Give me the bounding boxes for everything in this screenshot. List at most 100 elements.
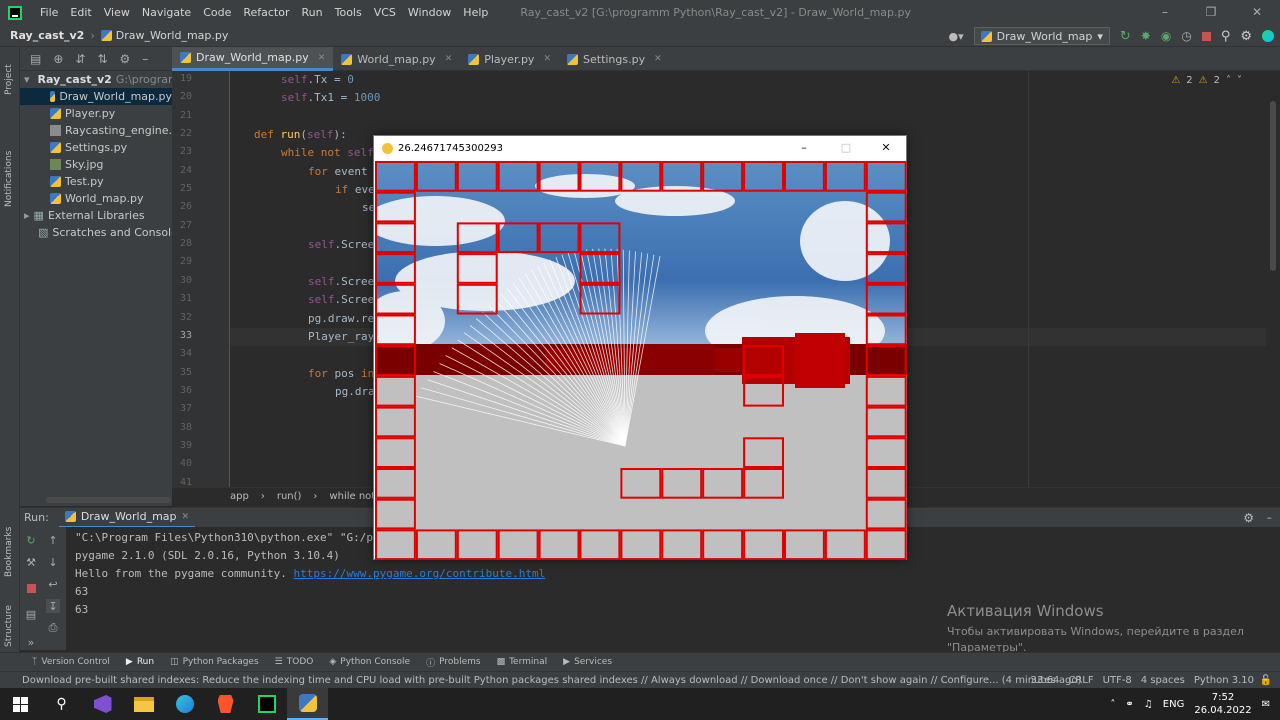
coverage-icon[interactable]: ◉ xyxy=(1161,29,1171,43)
tab-settings[interactable]: Settings.py ✕ xyxy=(559,47,670,71)
tree-file[interactable]: Settings.py xyxy=(50,139,127,156)
minimize-icon[interactable]: – xyxy=(1142,0,1188,25)
tab-world-map[interactable]: World_map.py ✕ xyxy=(333,47,460,71)
nav-file[interactable]: Draw_World_map.py xyxy=(100,29,228,42)
visual-studio-icon[interactable] xyxy=(82,688,123,720)
pygame-window[interactable]: 26.24671745300293 – □ ✕ xyxy=(373,135,907,560)
jetbrains-icon[interactable] xyxy=(1262,30,1274,42)
layout-icon[interactable]: ▤ xyxy=(30,52,41,66)
tree-file[interactable]: Test.py xyxy=(50,173,104,190)
language-indicator[interactable]: ENG xyxy=(1163,699,1185,710)
gear-icon[interactable]: ⚙ xyxy=(1243,511,1254,525)
tree-file[interactable]: Raycasting_engine.zip xyxy=(50,122,188,139)
close-tab-icon[interactable]: ✕ xyxy=(654,54,662,64)
file-encoding[interactable]: UTF-8 xyxy=(1103,675,1132,686)
menu-run[interactable]: Run xyxy=(296,6,329,19)
nav-project[interactable]: Ray_cast_v2 xyxy=(0,29,84,42)
lock-icon[interactable]: 🔓 xyxy=(1260,675,1272,686)
menu-edit[interactable]: Edit xyxy=(64,6,97,19)
tool-tab-run[interactable]: ▶ Run xyxy=(118,657,162,667)
close-tab-icon[interactable]: ✕ xyxy=(445,54,453,64)
contribute-link[interactable]: https://www.pygame.org/contribute.html xyxy=(294,567,546,580)
debug-icon[interactable]: ✸ xyxy=(1141,29,1151,43)
volume-icon[interactable]: ♫ xyxy=(1144,699,1153,710)
clock[interactable]: 7:52 26.04.2022 xyxy=(1194,691,1251,717)
chevron-up-icon[interactable]: ˄ xyxy=(1110,699,1115,710)
tab-draw-world-map[interactable]: Draw_World_map.py ✕ xyxy=(172,47,334,71)
wifi-icon[interactable]: ⚭ xyxy=(1125,699,1133,710)
tool-tab-python-packages[interactable]: ◫ Python Packages xyxy=(162,657,267,667)
editor-vertical-scrollbar[interactable] xyxy=(1266,71,1280,487)
indent-setting[interactable]: 4 spaces xyxy=(1141,675,1185,686)
pygame-title-bar[interactable]: 26.24671745300293 – □ ✕ xyxy=(374,136,906,160)
print-icon[interactable]: ⎙ xyxy=(46,621,60,635)
layout-icon[interactable]: ▤ xyxy=(24,607,38,621)
tree-file[interactable]: Draw_World_map.py xyxy=(20,88,172,105)
tool-tab-problems[interactable]: ⓘ Problems xyxy=(418,656,489,669)
minimize-icon[interactable]: – xyxy=(784,136,824,160)
breadcrumb-item[interactable]: app xyxy=(230,491,249,502)
windows-start-icon[interactable] xyxy=(0,688,41,720)
stop-icon[interactable] xyxy=(24,581,38,595)
rerun-icon[interactable]: ↻ xyxy=(24,533,38,547)
python-interpreter[interactable]: Python 3.10 xyxy=(1194,675,1254,686)
project-tool-label[interactable]: Project xyxy=(4,64,14,95)
stop-icon[interactable] xyxy=(1201,31,1211,41)
run-config-select[interactable]: Draw_World_map ▾ xyxy=(973,27,1110,45)
menu-file[interactable]: File xyxy=(34,6,64,19)
pycharm-icon[interactable] xyxy=(246,688,287,720)
tool-tab-version-control[interactable]: ᛉ Version Control xyxy=(24,657,118,667)
close-tab-icon[interactable]: ✕ xyxy=(318,53,326,63)
scroll-to-end-icon[interactable]: ↧ xyxy=(46,599,60,613)
file-explorer-icon[interactable] xyxy=(123,688,164,720)
close-icon[interactable]: ✕ xyxy=(1234,0,1280,25)
restore-icon[interactable]: ❐ xyxy=(1188,0,1234,25)
tree-scratches[interactable]: ▧ Scratches and Consoles xyxy=(38,224,184,241)
more-icon[interactable]: » xyxy=(24,635,38,649)
tool-tab-terminal[interactable]: ▩ Terminal xyxy=(489,657,556,667)
maximize-icon[interactable]: □ xyxy=(826,136,866,160)
soft-wrap-icon[interactable]: ↩ xyxy=(46,577,60,591)
menu-window[interactable]: Window xyxy=(402,6,457,19)
line-separator[interactable]: CRLF xyxy=(1068,675,1093,686)
breadcrumb-item[interactable]: run() xyxy=(277,491,302,502)
rerun-icon[interactable]: ↻ xyxy=(1120,29,1131,44)
menu-vcs[interactable]: VCS xyxy=(368,6,402,19)
close-tab-icon[interactable]: ✕ xyxy=(543,54,551,64)
menu-tools[interactable]: Tools xyxy=(329,6,368,19)
expand-icon[interactable]: ⇅ xyxy=(97,52,107,66)
brave-icon[interactable] xyxy=(205,688,246,720)
chevron-up-icon[interactable]: ˄ xyxy=(1226,75,1231,86)
hide-icon[interactable]: – xyxy=(1267,511,1273,524)
notifications-tool-label[interactable]: Notifications xyxy=(4,151,14,207)
menu-code[interactable]: Code xyxy=(197,6,237,19)
project-horizontal-scrollbar[interactable] xyxy=(46,497,171,503)
tree-file[interactable]: Player.py xyxy=(50,105,115,122)
tree-root[interactable]: ▾ Ray_cast_v2 G:\programm xyxy=(24,71,189,88)
menu-navigate[interactable]: Navigate xyxy=(136,6,197,19)
profile-icon[interactable]: ◷ xyxy=(1181,29,1191,43)
gear-icon[interactable]: ⚙ xyxy=(120,52,131,66)
target-icon[interactable]: ⊕ xyxy=(53,52,63,66)
menu-help[interactable]: Help xyxy=(457,6,494,19)
tab-player[interactable]: Player.py ✕ xyxy=(460,47,559,71)
run-tab[interactable]: Draw_World_map ✕ xyxy=(58,508,196,528)
notification-icon[interactable]: ✉ xyxy=(1262,699,1270,710)
caret-position[interactable]: 33:64 xyxy=(1031,675,1060,686)
hide-icon[interactable]: – xyxy=(142,52,148,66)
search-icon[interactable]: ⚲ xyxy=(41,688,82,720)
search-icon[interactable]: ⚲ xyxy=(1221,29,1231,44)
user-icon[interactable]: ●▾ xyxy=(949,30,964,43)
close-icon[interactable]: ✕ xyxy=(866,136,906,160)
status-message[interactable]: Download pre-built shared indexes: Reduc… xyxy=(0,675,1081,686)
inspection-widget[interactable]: ⚠ 2 ⚠ 2 ˄ ˅ xyxy=(1171,75,1242,86)
python-app-icon[interactable] xyxy=(287,688,328,720)
menu-view[interactable]: View xyxy=(98,6,136,19)
close-tab-icon[interactable]: ✕ xyxy=(182,512,190,522)
down-arrow-icon[interactable]: ↓ xyxy=(46,555,60,569)
bookmarks-tool-label[interactable]: Bookmarks xyxy=(4,527,14,577)
settings-icon[interactable]: ⚙ xyxy=(1240,29,1252,44)
tree-file[interactable]: Sky.jpg xyxy=(50,156,103,173)
wrench-icon[interactable]: ⚒ xyxy=(24,555,38,569)
menu-refactor[interactable]: Refactor xyxy=(237,6,295,19)
